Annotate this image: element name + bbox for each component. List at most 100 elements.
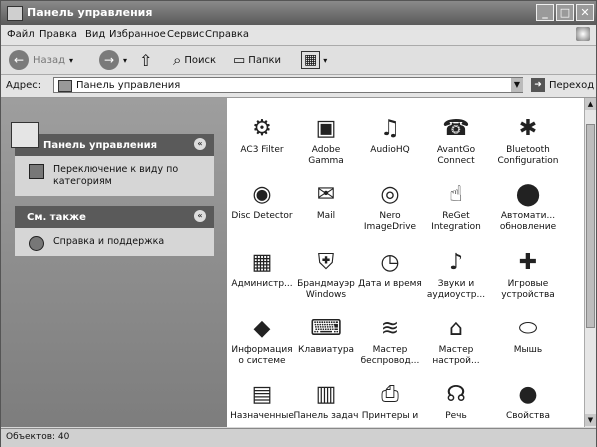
window-title: Панель управления <box>27 6 153 19</box>
control-item-ac3-filter[interactable]: ⚙ AC3 Filter <box>229 114 295 156</box>
back-arrow-icon: ← <box>9 50 29 70</box>
menu-tools[interactable]: Сервис <box>167 29 204 40</box>
chevron-down-icon[interactable]: ▾ <box>123 56 127 65</box>
chevron-down-icon[interactable]: ▾ <box>69 56 73 65</box>
title-bar[interactable]: Панель управления _ □ ✕ <box>1 1 596 25</box>
category-view-icon <box>29 164 44 179</box>
item-label: Мышь <box>513 345 543 355</box>
control-item-scheduled-tasks[interactable]: ▤ Назначенные <box>229 380 295 422</box>
search-icon: ⌕ <box>173 51 182 69</box>
folders-label: Папки <box>248 54 282 66</box>
mail-icon: ✉ <box>316 181 336 207</box>
item-label: Дата и время <box>358 279 422 289</box>
address-dropdown-icon[interactable]: ▼ <box>511 78 523 92</box>
folders-button[interactable]: ▭ Папки <box>233 49 281 71</box>
go-button[interactable]: Переход <box>549 80 594 91</box>
vertical-scrollbar[interactable]: ▲ ▼ <box>584 98 596 427</box>
item-label: Мастер беспровод... <box>360 345 420 366</box>
task-pane: Панель управления « Переключение к виду … <box>1 98 227 427</box>
control-item-bluetooth[interactable]: ✱ Bluetooth Configuration <box>495 114 561 167</box>
control-item-taskbar[interactable]: ▥ Панель задач <box>293 380 359 422</box>
firewall-icon: ⛨ <box>317 249 335 275</box>
item-label: Звуки и аудиоустр... <box>426 279 486 300</box>
chevron-down-icon[interactable]: ▾ <box>323 56 327 65</box>
control-panel-large-icon <box>11 122 39 148</box>
collapse-icon[interactable]: « <box>194 210 206 222</box>
item-label: Игровые устройства <box>501 279 555 300</box>
control-item-nero[interactable]: ◎ Nero ImageDrive <box>357 180 423 233</box>
control-item-avantgo[interactable]: ☎ AvantGo Connect <box>423 114 489 167</box>
minimize-button[interactable]: _ <box>536 4 554 21</box>
item-label: ReGet Integration <box>431 211 481 232</box>
clock-icon: ◷ <box>380 249 400 275</box>
see-also-title: См. также <box>27 212 86 223</box>
control-item-system-info[interactable]: ◆ Информация о системе <box>229 314 295 367</box>
search-label: Поиск <box>184 54 217 66</box>
see-also-header[interactable]: См. также « <box>15 206 214 228</box>
switch-to-category-view-link[interactable]: Переключение к виду по категориям <box>15 156 214 196</box>
mouse-icon: ⬭ <box>518 315 538 341</box>
item-label: Панель задач <box>293 411 359 421</box>
icon-view: ⚙ AC3 Filter ▣ Adobe Gamma ♫ AudioHQ ☎ A… <box>227 98 584 427</box>
control-item-reget[interactable]: ☝ ReGet Integration <box>423 180 489 233</box>
address-value: Панель управления <box>76 80 181 91</box>
item-label: Свойства <box>506 411 550 421</box>
scroll-down-icon[interactable]: ▼ <box>585 414 596 426</box>
control-panel-small-icon <box>58 80 72 92</box>
reget-icon: ☝ <box>449 181 463 207</box>
item-label: Nero ImageDrive <box>363 211 417 232</box>
switch-view-label: Переключение к виду по категориям <box>53 164 179 187</box>
up-button[interactable]: ⇧ <box>139 49 152 71</box>
control-item-game-devices[interactable]: ✚ Игровые устройства <box>495 248 561 301</box>
menu-favorites[interactable]: Избранное <box>109 29 166 40</box>
control-item-sounds[interactable]: ♪ Звуки и аудиоустр... <box>423 248 489 301</box>
back-button[interactable]: ← Назад ▾ <box>9 49 73 71</box>
item-label: AvantGo Connect <box>436 145 476 166</box>
item-label: AC3 Filter <box>240 145 284 155</box>
control-item-properties[interactable]: ● Свойства <box>495 380 561 422</box>
item-label: Мастер настрой... <box>432 345 480 366</box>
item-label: Mail <box>316 211 336 221</box>
scroll-up-icon[interactable]: ▲ <box>585 98 596 110</box>
scroll-thumb[interactable] <box>586 124 595 328</box>
audio-icon: ♫ <box>380 115 400 141</box>
item-label: Информация о системе <box>231 345 293 366</box>
network-wizard-icon: ⌂ <box>449 315 463 341</box>
control-item-mouse[interactable]: ⬭ Мышь <box>495 314 561 356</box>
search-button[interactable]: ⌕ Поиск <box>173 49 216 71</box>
admin-icon: ▦ <box>251 249 273 275</box>
menu-help[interactable]: Справка <box>205 29 249 40</box>
forward-button[interactable]: → ▾ <box>99 49 127 71</box>
control-item-network-wizard[interactable]: ⌂ Мастер настрой... <box>423 314 489 367</box>
item-label: Принтеры и <box>361 411 419 421</box>
back-label: Назад <box>33 54 66 66</box>
menu-edit[interactable]: Правка <box>39 29 77 40</box>
go-arrow-icon[interactable]: ➜ <box>531 78 545 92</box>
control-item-adobe-gamma[interactable]: ▣ Adobe Gamma <box>293 114 359 167</box>
control-item-mail[interactable]: ✉ Mail <box>293 180 359 222</box>
control-item-speech[interactable]: ☊ Речь <box>423 380 489 422</box>
control-item-date-time[interactable]: ◷ Дата и время <box>357 248 423 290</box>
speech-icon: ☊ <box>446 381 466 407</box>
control-panel-section-header[interactable]: Панель управления « <box>11 122 214 156</box>
control-item-printers[interactable]: ⎙ Принтеры и <box>357 380 423 422</box>
close-button[interactable]: ✕ <box>576 4 594 21</box>
control-item-firewall[interactable]: ⛨ Брандмауэр Windows <box>293 248 359 301</box>
help-and-support-link[interactable]: Справка и поддержка <box>15 228 214 256</box>
views-button[interactable]: ▦ ▾ <box>301 49 327 71</box>
control-item-admin[interactable]: ▦ Администр... <box>229 248 295 290</box>
control-item-wireless-wizard[interactable]: ≋ Мастер беспровод... <box>357 314 423 367</box>
control-item-audiohq[interactable]: ♫ AudioHQ <box>357 114 423 156</box>
item-label: Adobe Gamma <box>308 145 344 166</box>
help-label: Справка и поддержка <box>53 236 165 247</box>
control-item-keyboard[interactable]: ⌨ Клавиатура <box>293 314 359 356</box>
maximize-button[interactable]: □ <box>556 4 574 21</box>
menu-file[interactable]: Файл <box>7 29 35 40</box>
menu-bar: Файл Правка Вид Избранное Сервис Справка <box>1 25 596 46</box>
menu-view[interactable]: Вид <box>85 29 105 40</box>
nero-icon: ◎ <box>380 181 400 207</box>
control-item-disc-detector[interactable]: ◉ Disc Detector <box>229 180 295 222</box>
address-field[interactable]: Панель управления <box>53 77 523 93</box>
collapse-icon[interactable]: « <box>194 138 206 150</box>
control-item-auto-update[interactable]: ⬤ Автомати... обновление <box>495 180 561 233</box>
